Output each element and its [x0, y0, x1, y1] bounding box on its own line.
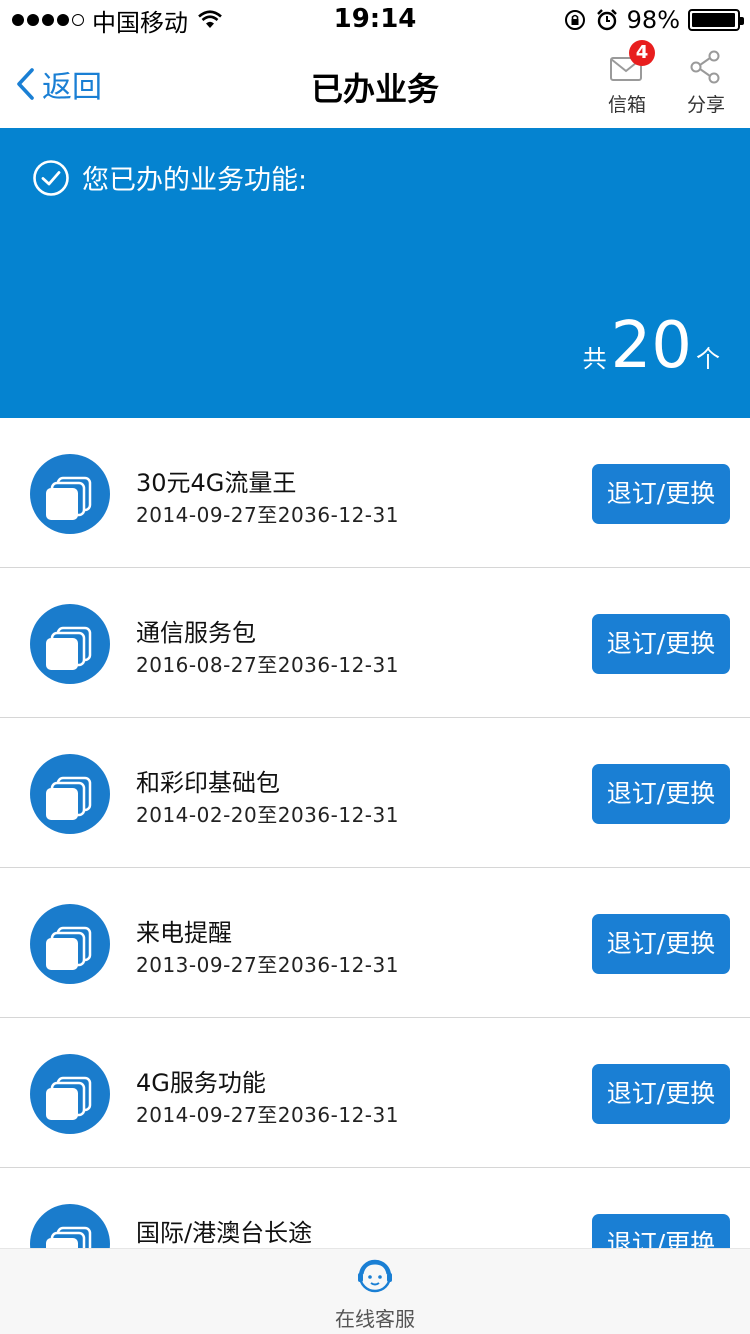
- service-name: 30元4G流量王: [136, 469, 297, 497]
- service-name: 和彩印基础包: [136, 769, 280, 797]
- customer-service-icon: [358, 1259, 392, 1293]
- banner-header: 您已办的业务功能:: [32, 158, 307, 197]
- service-name: 国际/港澳台长途: [136, 1219, 313, 1247]
- mailbox-badge: 4: [629, 40, 655, 66]
- share-icon: [686, 50, 726, 84]
- status-bar: 中国移动 19:14 98%: [0, 0, 750, 40]
- service-stack-icon: [30, 454, 110, 534]
- alarm-icon: [596, 9, 617, 31]
- service-stack-icon: [30, 604, 110, 684]
- service-row: 和彩印基础包 2014-02-20至2036-12-31 退订/更换: [0, 718, 750, 868]
- banner-title: 您已办的业务功能:: [82, 165, 308, 196]
- nav-bar: 返回 已办业务 4 信箱 分享: [0, 40, 750, 128]
- customer-service-label: 在线客服: [335, 1307, 415, 1331]
- service-row: 来电提醒 2013-09-27至2036-12-31 退订/更换: [0, 868, 750, 1018]
- battery-percent: 98%: [626, 6, 680, 34]
- check-circle-icon: [33, 159, 69, 196]
- summary-banner: 您已办的业务功能: 共 20 个: [0, 128, 750, 418]
- service-stack-icon: [30, 904, 110, 984]
- service-name: 来电提醒: [136, 919, 232, 947]
- service-name: 4G服务功能: [136, 1069, 266, 1097]
- status-right: 98%: [563, 6, 744, 34]
- count-suffix: 个: [696, 345, 720, 373]
- count-number: 20: [610, 309, 692, 383]
- share-label: 分享: [686, 94, 725, 116]
- service-stack-icon: [30, 1054, 110, 1134]
- unsubscribe-change-button[interactable]: 退订/更换: [592, 1064, 730, 1124]
- battery-fill: [692, 13, 736, 27]
- mailbox-button[interactable]: 4 信箱: [592, 40, 662, 120]
- mail-icon: 4: [607, 40, 655, 84]
- service-count: 共 20 个: [583, 314, 720, 378]
- service-row: 4G服务功能 2014-09-27至2036-12-31 退订/更换: [0, 1018, 750, 1168]
- unsubscribe-change-button[interactable]: 退订/更换: [592, 614, 730, 674]
- mailbox-label: 信箱: [607, 94, 646, 116]
- share-button[interactable]: 分享: [671, 50, 741, 120]
- count-prefix: 共: [582, 345, 607, 373]
- unsubscribe-change-button[interactable]: 退订/更换: [592, 914, 730, 974]
- battery-icon: [688, 9, 744, 31]
- service-period: 2014-09-27至2036-12-31: [136, 1103, 399, 1127]
- rotation-lock-icon: [564, 10, 585, 30]
- unsubscribe-change-button[interactable]: 退订/更换: [592, 764, 730, 824]
- unsubscribe-change-button[interactable]: 退订/更换: [592, 464, 730, 524]
- service-period: 2014-02-20至2036-12-31: [136, 803, 399, 827]
- service-period: 2016-08-27至2036-12-31: [136, 653, 399, 677]
- customer-service-button[interactable]: 在线客服: [0, 1248, 750, 1334]
- service-row: 通信服务包 2016-08-27至2036-12-31 退订/更换: [0, 568, 750, 718]
- service-period: 2013-09-27至2036-12-31: [136, 953, 399, 977]
- service-period: 2014-09-27至2036-12-31: [136, 503, 399, 527]
- service-row: 30元4G流量王 2014-09-27至2036-12-31 退订/更换: [0, 418, 750, 568]
- service-stack-icon: [30, 754, 110, 834]
- service-name: 通信服务包: [136, 619, 256, 647]
